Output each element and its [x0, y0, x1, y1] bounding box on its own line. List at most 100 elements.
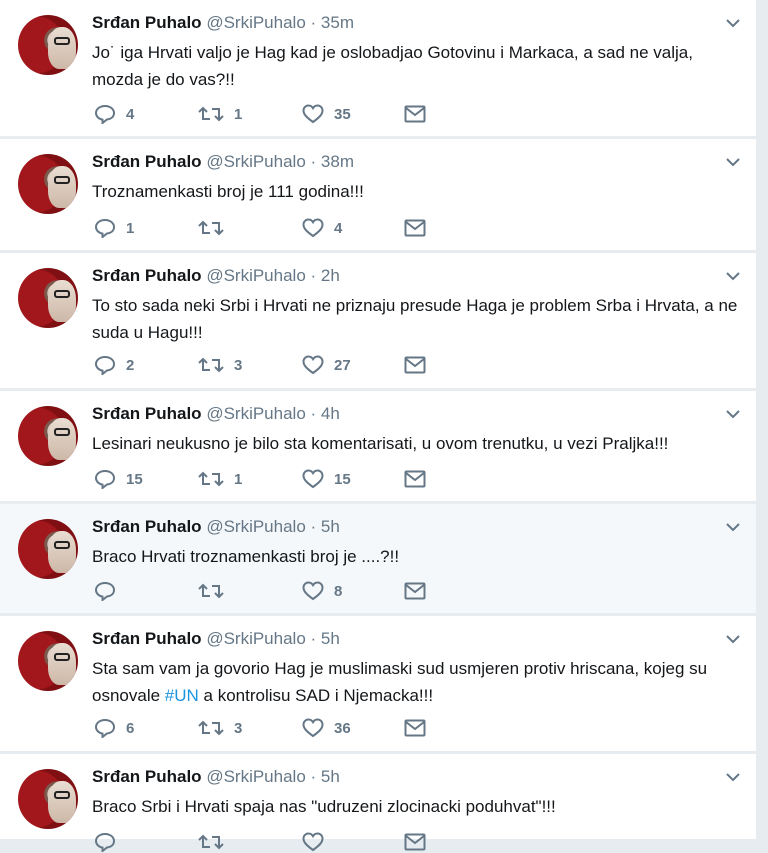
direct-message-button[interactable]	[404, 831, 426, 853]
reply-button[interactable]	[94, 580, 126, 602]
separator-dot: ·	[310, 266, 317, 285]
tweet-timestamp[interactable]: 2h	[321, 266, 340, 285]
retweet-button[interactable]: 1	[198, 468, 242, 490]
retweet-icon	[198, 220, 224, 236]
reply-icon	[94, 581, 116, 601]
reply-button[interactable]: 2	[94, 354, 134, 376]
tweet[interactable]: Srđan Puhalo @SrkiPuhalo · 5h Braco Hrva…	[0, 504, 756, 614]
tweet-header: Srđan Puhalo @SrkiPuhalo · 35m	[92, 12, 354, 34]
retweet-button[interactable]: 3	[198, 717, 242, 739]
author-handle[interactable]: @SrkiPuhalo	[206, 266, 305, 285]
tweet-header: Srđan Puhalo @SrkiPuhalo · 38m	[92, 151, 354, 173]
envelope-icon	[404, 719, 426, 737]
avatar[interactable]	[18, 406, 78, 466]
tweet-actions: 6 3 36	[92, 717, 452, 739]
author-name[interactable]: Srđan Puhalo	[92, 152, 202, 171]
tweet[interactable]: Srđan Puhalo @SrkiPuhalo · 2h To sto sad…	[0, 253, 756, 389]
chevron-down-icon[interactable]	[724, 14, 742, 32]
avatar[interactable]	[18, 769, 78, 829]
avatar[interactable]	[18, 15, 78, 75]
like-button[interactable]: 36	[302, 717, 351, 739]
envelope-icon	[404, 105, 426, 123]
like-button[interactable]: 15	[302, 468, 351, 490]
envelope-icon	[404, 219, 426, 237]
chevron-down-icon[interactable]	[724, 630, 742, 648]
like-button[interactable]: 4	[302, 217, 342, 239]
direct-message-button[interactable]	[404, 717, 426, 739]
chevron-down-icon[interactable]	[724, 405, 742, 423]
heart-icon	[302, 718, 324, 738]
author-handle[interactable]: @SrkiPuhalo	[206, 152, 305, 171]
reply-button[interactable]: 1	[94, 217, 134, 239]
reply-button[interactable]	[94, 831, 126, 853]
tweet-actions: 4 1 35	[92, 103, 452, 125]
author-name[interactable]: Srđan Puhalo	[92, 629, 202, 648]
retweet-icon	[198, 720, 224, 736]
author-handle[interactable]: @SrkiPuhalo	[206, 13, 305, 32]
tweet-timestamp[interactable]: 4h	[321, 404, 340, 423]
chevron-down-icon[interactable]	[724, 518, 742, 536]
direct-message-button[interactable]	[404, 217, 426, 239]
reply-count: 4	[126, 105, 135, 123]
like-button[interactable]: 8	[302, 580, 342, 602]
avatar[interactable]	[18, 519, 78, 579]
like-button[interactable]: 27	[302, 354, 351, 376]
reply-button[interactable]: 4	[94, 103, 134, 125]
author-handle[interactable]: @SrkiPuhalo	[206, 517, 305, 536]
tweet[interactable]: Srđan Puhalo @SrkiPuhalo · 4h Lesinari n…	[0, 391, 756, 502]
tweet[interactable]: Srđan Puhalo @SrkiPuhalo · 38m Troznamen…	[0, 139, 756, 251]
tweet[interactable]: Srđan Puhalo @SrkiPuhalo · 5h Braco Srbi…	[0, 754, 756, 852]
tweet-actions: 1 4	[92, 217, 452, 239]
retweet-button[interactable]	[198, 217, 234, 239]
tweet-header: Srđan Puhalo @SrkiPuhalo · 5h	[92, 628, 340, 650]
tweet[interactable]: Srđan Puhalo @SrkiPuhalo · 5h Sta sam va…	[0, 616, 756, 752]
tweet-timestamp[interactable]: 5h	[321, 767, 340, 786]
reply-count: 6	[126, 719, 135, 737]
tweet-actions: 15 1 15	[92, 468, 452, 490]
like-button[interactable]: 35	[302, 103, 351, 125]
separator-dot: ·	[310, 629, 317, 648]
tweet-timestamp[interactable]: 5h	[321, 517, 340, 536]
retweet-button[interactable]: 1	[198, 103, 242, 125]
retweet-icon	[198, 357, 224, 373]
avatar[interactable]	[18, 631, 78, 691]
reply-button[interactable]: 6	[94, 717, 134, 739]
avatar[interactable]	[18, 154, 78, 214]
chevron-down-icon[interactable]	[724, 768, 742, 786]
author-name[interactable]: Srđan Puhalo	[92, 767, 202, 786]
hashtag-link[interactable]: #UN	[165, 686, 199, 705]
direct-message-button[interactable]	[404, 103, 426, 125]
tweet-timestamp[interactable]: 5h	[321, 629, 340, 648]
chevron-down-icon[interactable]	[724, 267, 742, 285]
chevron-down-icon[interactable]	[724, 153, 742, 171]
author-handle[interactable]: @SrkiPuhalo	[206, 629, 305, 648]
author-name[interactable]: Srđan Puhalo	[92, 266, 202, 285]
direct-message-button[interactable]	[404, 580, 426, 602]
reply-count: 1	[126, 219, 135, 237]
author-handle[interactable]: @SrkiPuhalo	[206, 767, 305, 786]
author-name[interactable]: Srđan Puhalo	[92, 517, 202, 536]
retweet-count: 3	[234, 356, 243, 374]
like-count: 36	[334, 719, 351, 737]
like-button[interactable]	[302, 831, 334, 853]
reply-button[interactable]: 15	[94, 468, 143, 490]
like-count: 4	[334, 219, 343, 237]
author-name[interactable]: Srđan Puhalo	[92, 13, 202, 32]
tweet[interactable]: Srđan Puhalo @SrkiPuhalo · 35m Jo˙ iga H…	[0, 0, 756, 137]
author-name[interactable]: Srđan Puhalo	[92, 404, 202, 423]
like-count: 35	[334, 105, 351, 123]
envelope-icon	[404, 356, 426, 374]
tweet-timestamp[interactable]: 38m	[321, 152, 354, 171]
retweet-button[interactable]	[198, 831, 234, 853]
heart-icon	[302, 581, 324, 601]
tweet-text: Jo˙ iga Hrvati valjo je Hag kad je oslob…	[92, 43, 693, 89]
retweet-button[interactable]: 3	[198, 354, 242, 376]
avatar[interactable]	[18, 268, 78, 328]
retweet-icon	[198, 106, 224, 122]
author-handle[interactable]: @SrkiPuhalo	[206, 404, 305, 423]
tweet-timestamp[interactable]: 35m	[321, 13, 354, 32]
like-count: 8	[334, 582, 343, 600]
retweet-button[interactable]	[198, 580, 234, 602]
direct-message-button[interactable]	[404, 468, 426, 490]
direct-message-button[interactable]	[404, 354, 426, 376]
